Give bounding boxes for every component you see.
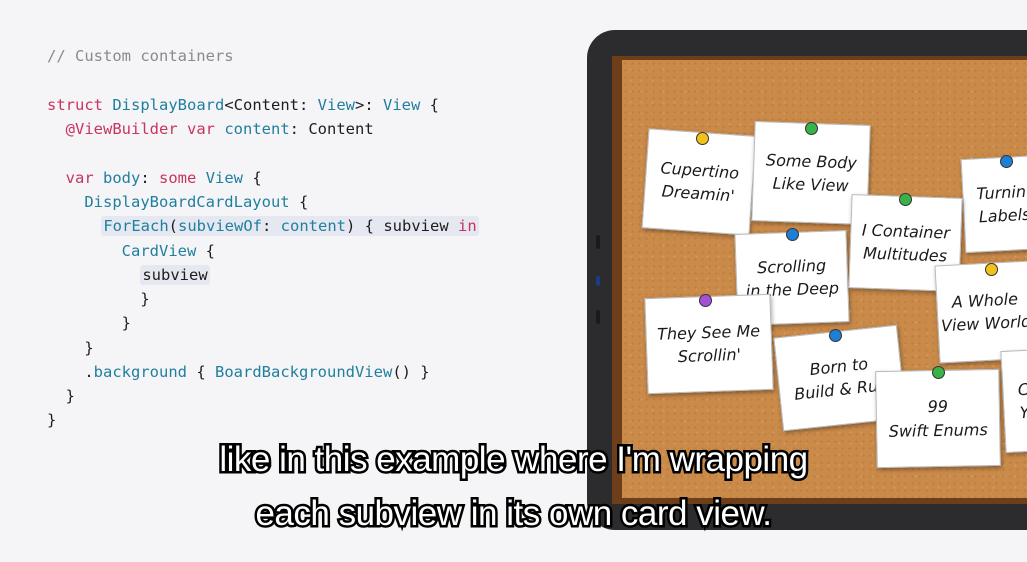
code-line-close-3: }: [47, 339, 94, 357]
card-partial[interactable]: C Y: [1000, 348, 1027, 454]
blue-pin-icon: [1000, 155, 1013, 168]
code-line-close-1: }: [47, 290, 150, 308]
code-line-viewbuilder: @ViewBuilder var content: Content: [65, 120, 374, 138]
code-line-close-2: }: [47, 314, 131, 332]
card-a-whole-view-world[interactable]: A Whole View World: [934, 260, 1027, 364]
card-turnin-labels[interactable]: Turnin' Labels: [960, 154, 1027, 254]
code-line-close-5: }: [47, 411, 57, 429]
yellow-pin-icon: [696, 132, 709, 145]
code-line-layout: DisplayBoardCardLayout {: [84, 193, 309, 211]
green-pin-icon: [899, 193, 912, 206]
code-line-close-4: }: [47, 387, 75, 405]
green-pin-icon: [932, 366, 945, 379]
blue-pin-icon: [829, 329, 842, 342]
green-pin-icon: [805, 122, 818, 135]
code-line-subview: subview: [140, 265, 210, 285]
yellow-pin-icon: [985, 263, 998, 276]
code-comment: // Custom containers: [47, 47, 234, 65]
device-sensor: [596, 276, 600, 286]
code-line-cardview: CardView {: [121, 242, 215, 260]
caption-line-2: each subview in its own card view.: [253, 492, 775, 536]
code-line-background: .background { BoardBackgroundView() }: [47, 363, 430, 381]
blue-pin-icon: [786, 228, 799, 241]
purple-pin-icon: [699, 294, 712, 307]
device-button: [596, 235, 600, 249]
code-line-struct: struct DisplayBoard<Content: View>: View…: [47, 96, 439, 114]
code-line-body: var body: some View {: [65, 169, 262, 187]
card-they-see-me-scrollin[interactable]: They See Me Scrollin': [644, 293, 774, 395]
code-line-foreach: ForEach(subviewOf: content) { subview in: [101, 216, 479, 236]
device-button: [596, 310, 600, 324]
caption-line-1: like in this example where I'm wrapping: [217, 438, 811, 482]
